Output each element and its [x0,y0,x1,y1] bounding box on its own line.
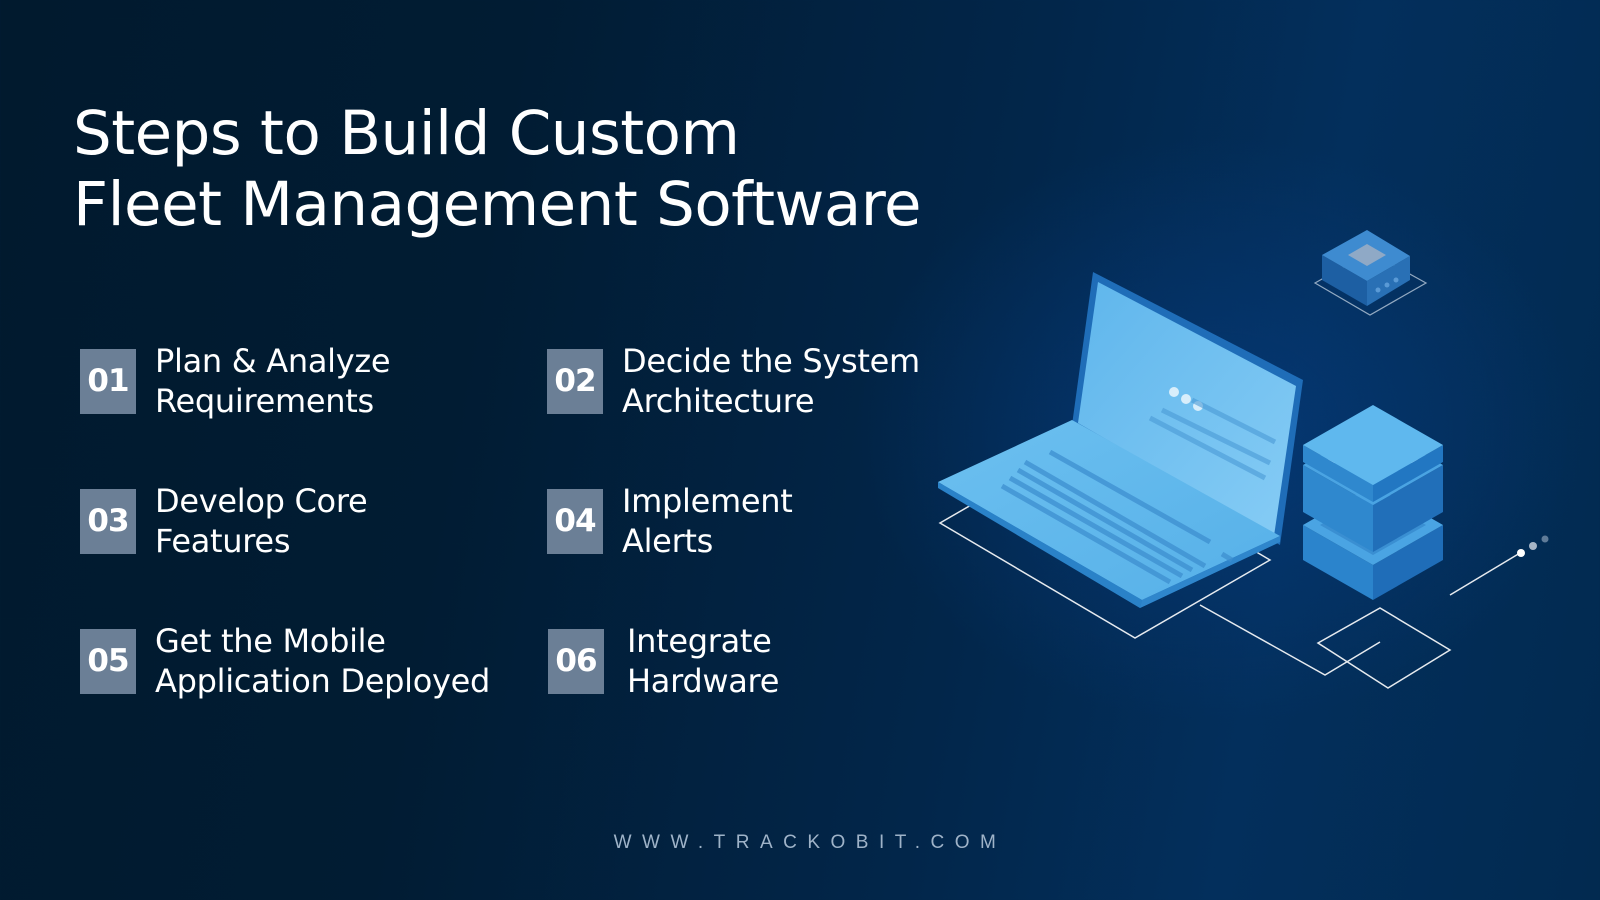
step-label-line-1: Integrate [627,622,772,660]
page-title: Steps to Build Custom Fleet Management S… [73,98,922,240]
tracking-device-icon [1313,230,1428,316]
step-label-line-2: Alerts [622,522,714,560]
step-number-badge: 06 [548,628,604,694]
step-label: Implement Alerts [622,481,793,561]
step-item-4: 04 Implement Alerts [547,481,793,561]
step-number-badge: 05 [80,628,136,694]
step-label: Integrate Hardware [627,621,779,701]
step-label-line-2: Requirements [155,382,374,420]
step-item-2: 02 Decide the System Architecture [547,341,920,421]
step-label-line-2: Application Deployed [155,662,491,700]
title-line-1: Steps to Build Custom [73,98,740,169]
step-label-line-1: Develop Core [155,482,368,520]
step-label: Get the Mobile Application Deployed [155,621,490,701]
step-label-line-2: Architecture [622,382,815,420]
laptop-server-illustration [938,230,1549,689]
step-label-line-1: Get the Mobile [155,622,386,660]
step-label: Develop Core Features [155,481,368,561]
step-number-badge: 04 [547,488,603,554]
step-item-3: 03 Develop Core Features [80,481,368,561]
step-label: Decide the System Architecture [622,341,920,421]
step-item-6: 06 Integrate Hardware [548,621,779,701]
step-label-line-1: Decide the System [622,342,920,380]
step-number-badge: 01 [80,348,136,414]
dot-trail-icon [1517,535,1549,557]
title-line-2: Fleet Management Software [73,169,922,240]
step-item-5: 05 Get the Mobile Application Deployed [80,621,490,701]
step-item-1: 01 Plan & Analyze Requirements [80,341,391,421]
step-number-badge: 03 [80,488,136,554]
step-label-line-1: Plan & Analyze [155,342,391,380]
step-label-line-1: Implement [622,482,793,520]
step-label-line-2: Features [155,522,291,560]
step-number-badge: 02 [547,348,603,414]
step-label-line-2: Hardware [627,662,780,700]
step-label: Plan & Analyze Requirements [155,341,391,421]
laptop-icon [938,272,1303,608]
website-url: WWW.TRACKOBIT.COM [613,832,1007,853]
server-stack-icon [1303,405,1443,600]
